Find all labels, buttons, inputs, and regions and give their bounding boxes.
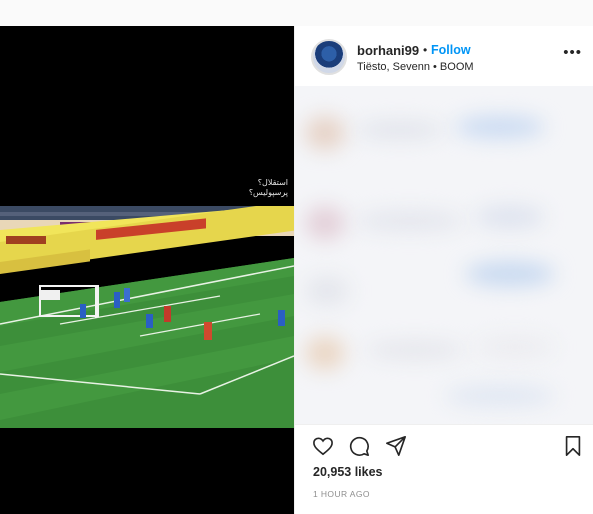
username-link[interactable]: borhani99 [357, 43, 419, 58]
share-icon[interactable] [385, 435, 407, 457]
video-frame [0, 206, 294, 428]
blurred-avatar [305, 206, 345, 240]
header-separator: • [423, 43, 428, 57]
overlay-line-1: استقلال؟ [257, 178, 288, 187]
blurred-text [355, 212, 465, 230]
avatar[interactable] [311, 39, 347, 75]
follow-button[interactable]: Follow [431, 43, 471, 57]
blurred-text [445, 386, 555, 406]
top-strip [0, 0, 593, 26]
bookmark-icon[interactable] [563, 435, 583, 457]
blurred-text [355, 122, 445, 138]
blurred-text [475, 336, 555, 358]
blurred-avatar [305, 336, 345, 370]
post-video[interactable]: استقلال؟ پرسپولیس؟ [0, 26, 294, 514]
comment-icon[interactable] [348, 435, 370, 457]
likes-count[interactable]: 20,953 likes [313, 465, 383, 479]
instagram-post-page: استقلال؟ پرسپولیس؟ borhani99 • Follow Ti… [0, 0, 593, 514]
blurred-text [365, 342, 465, 358]
heart-icon[interactable] [312, 436, 334, 456]
more-options-icon[interactable]: ••• [563, 45, 582, 60]
comments-area-blurred [295, 86, 593, 426]
post-header: borhani99 • Follow Tiësto, Sevenn • BOOM… [295, 26, 593, 90]
post-timestamp[interactable]: 1 HOUR AGO [313, 489, 370, 499]
blurred-avatar [305, 276, 349, 306]
blurred-text [455, 116, 545, 138]
overlay-line-2: پرسپولیس؟ [248, 188, 288, 197]
post-side-panel: borhani99 • Follow Tiësto, Sevenn • BOOM… [294, 26, 593, 514]
blurred-avatar [305, 116, 345, 150]
football-match-scene [0, 206, 294, 428]
blurred-text [475, 206, 545, 228]
blurred-text [465, 262, 555, 286]
audio-track-link[interactable]: Tiësto, Sevenn • BOOM [357, 61, 474, 73]
post-actions: 20,953 likes 1 HOUR AGO [295, 424, 593, 514]
video-caption-overlay: استقلال؟ پرسپولیس؟ [232, 178, 288, 198]
